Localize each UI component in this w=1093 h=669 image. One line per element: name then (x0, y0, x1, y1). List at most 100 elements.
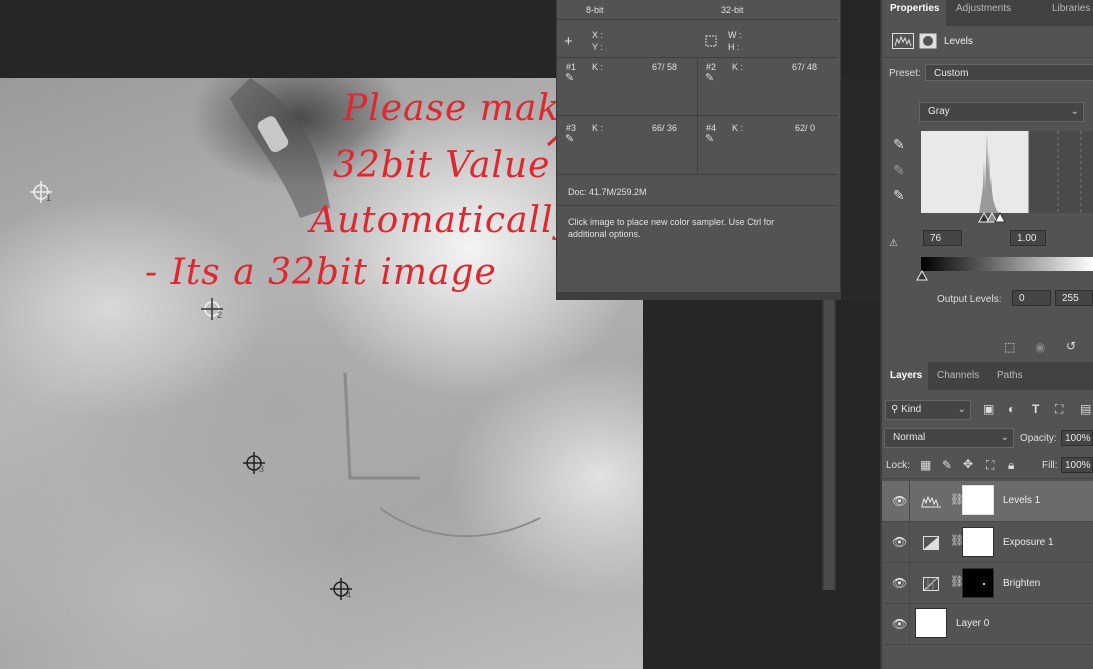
annotation-line-3: Automatically (310, 200, 575, 241)
blend-mode-value: Normal (893, 432, 926, 443)
tab-libraries[interactable]: Libraries (1052, 0, 1090, 26)
sampler-label: 2 (217, 310, 223, 320)
color-sampler-1[interactable]: 1 (30, 181, 52, 203)
fill-field[interactable]: 100% (1061, 457, 1093, 473)
levels-adjustment-icon (921, 495, 941, 508)
histogram (921, 131, 1093, 213)
preset-value: Custom (934, 68, 969, 79)
tab-paths[interactable]: Paths (997, 362, 1023, 388)
tab-adjustments[interactable]: Adjustments (956, 0, 1011, 26)
lock-all-icon[interactable]: 🔒︎ (1008, 458, 1014, 473)
search-icon: ⚲ (891, 404, 899, 415)
curves-adjustment-icon (923, 577, 939, 591)
sampler-2-channel: K : (732, 62, 744, 72)
channel-value: Gray (928, 106, 950, 117)
white-point-eyedropper-icon[interactable]: ✎ (893, 187, 905, 204)
tab-properties[interactable]: Properties (882, 0, 946, 26)
input-sliders[interactable] (978, 212, 1008, 224)
preset-select[interactable]: Custom (925, 64, 1093, 81)
filter-type-icon[interactable]: T (1032, 402, 1039, 416)
info-h-label: H : (728, 42, 740, 52)
preset-label: Preset: (889, 68, 921, 79)
reset-icon[interactable]: ↺ (1066, 339, 1076, 353)
info-panel-resize-bar[interactable] (556, 292, 841, 300)
color-sampler-3[interactable]: 3 (243, 452, 265, 474)
visibility-eye-icon[interactable]: 👁︎ (892, 494, 907, 508)
layer-thumb[interactable] (915, 608, 947, 638)
lock-position-icon[interactable]: ✥ (963, 457, 973, 471)
layer-row-layer-0[interactable]: 👁︎ Layer 0 (882, 604, 1093, 645)
histogram-graph (979, 131, 1082, 213)
sampler-3-channel: K : (592, 123, 604, 133)
input-black-field[interactable]: 76 (923, 230, 962, 246)
layer-mask-thumb[interactable] (962, 485, 994, 515)
input-gamma-value: 1.00 (1017, 233, 1037, 244)
fill-label: Fill: (1042, 460, 1058, 471)
sampler-label: 4 (346, 590, 352, 600)
visibility-eye-icon[interactable]: 👁︎ (892, 576, 907, 590)
properties-title: Levels (944, 36, 973, 47)
tab-layers[interactable]: Layers (882, 362, 928, 390)
lock-artboard-icon[interactable]: ⛶ (986, 458, 994, 473)
output-white-field[interactable]: 255 (1055, 290, 1093, 306)
sampler-1-value: 67/ 58 (652, 62, 678, 72)
layer-name[interactable]: Layer 0 (956, 618, 989, 629)
input-gamma-field[interactable]: 1.00 (1010, 230, 1046, 246)
layer-mask-thumb[interactable] (962, 527, 994, 557)
input-black-value: 76 (930, 233, 942, 244)
output-gradient (921, 257, 1093, 271)
layer-row-exposure[interactable]: 👁︎ ⛓︎ Exposure 1 (882, 522, 1093, 563)
layer-name[interactable]: Levels 1 (1003, 495, 1040, 506)
lock-label: Lock: (886, 460, 910, 471)
eyedropper-icon: ✎ (705, 72, 715, 84)
gray-point-eyedropper-icon[interactable]: ✎ (893, 162, 905, 179)
layers-tabbar: Layers Channels Paths (882, 362, 1093, 390)
opacity-value: 100% (1065, 433, 1091, 444)
output-black-field[interactable]: 0 (1012, 290, 1051, 306)
scrollbar-thumb[interactable] (824, 300, 834, 590)
eyedropper-icon: ✎ (565, 72, 575, 84)
lock-transparent-icon[interactable]: ▦ (920, 458, 931, 472)
visibility-eye-icon[interactable]: 👁︎ (892, 617, 907, 631)
opacity-label: Opacity: (1020, 433, 1057, 444)
layer-name[interactable]: Brighten (1003, 578, 1040, 589)
info-w-label: W : (728, 30, 742, 40)
filter-pixel-icon[interactable]: ▣ (983, 402, 994, 416)
visibility-eye-icon[interactable]: 👁︎ (892, 535, 907, 549)
layer-name[interactable]: Exposure 1 (1003, 537, 1054, 548)
layer-filter-select[interactable]: ⚲ Kind ⌄ (885, 400, 971, 420)
properties-tabbar: Properties Adjustments Libraries (882, 0, 1093, 26)
sampler-4-channel: K : (732, 123, 744, 133)
annotation-line-4: - Its a 32bit image (145, 252, 497, 293)
selection-size-icon (705, 35, 717, 47)
crosshair-icon: + (564, 33, 573, 50)
view-previous-icon[interactable]: ◉ (1035, 340, 1045, 354)
output-black-value: 0 (1019, 293, 1025, 304)
black-point-eyedropper-icon[interactable]: ✎ (893, 136, 905, 153)
info-x-label: X : (592, 30, 604, 40)
eyedropper-icon: ✎ (565, 133, 575, 145)
auto-clip-warning-icon[interactable]: ⚠ (889, 238, 898, 249)
tab-channels[interactable]: Channels (937, 362, 979, 388)
blend-mode-select[interactable]: Normal ⌄ (884, 428, 1014, 448)
filter-adjustment-icon[interactable]: ◐ (1008, 402, 1015, 416)
layer-row-brighten[interactable]: 👁︎ ⛓︎ Brighten (882, 563, 1093, 604)
filter-shape-icon[interactable]: ⛶ (1055, 402, 1063, 417)
layer-mask-thumb[interactable] (962, 568, 994, 598)
pasteboard (643, 300, 880, 669)
exposure-adjustment-icon (923, 536, 939, 550)
clip-to-layer-icon[interactable]: ⬚ (1004, 340, 1015, 354)
output-white-value: 255 (1062, 293, 1079, 304)
opacity-field[interactable]: 100% (1061, 430, 1093, 446)
sampler-2-value: 67/ 48 (792, 62, 818, 72)
output-black-slider[interactable] (916, 270, 928, 282)
color-sampler-4[interactable]: 4 (330, 578, 352, 600)
filter-smart-object-icon[interactable]: ▤ (1080, 402, 1091, 416)
lock-image-icon[interactable]: ✎ (942, 458, 952, 472)
color-sampler-2[interactable]: 2 (201, 298, 223, 320)
mask-icon[interactable] (919, 33, 937, 49)
channel-select[interactable]: Gray ⌄ (919, 102, 1084, 122)
annotation-line-2: 32bit Value (333, 145, 551, 186)
layer-row-levels[interactable]: 👁︎ ⛓︎ Levels 1 (882, 481, 1093, 522)
sampler-1-channel: K : (592, 62, 604, 72)
